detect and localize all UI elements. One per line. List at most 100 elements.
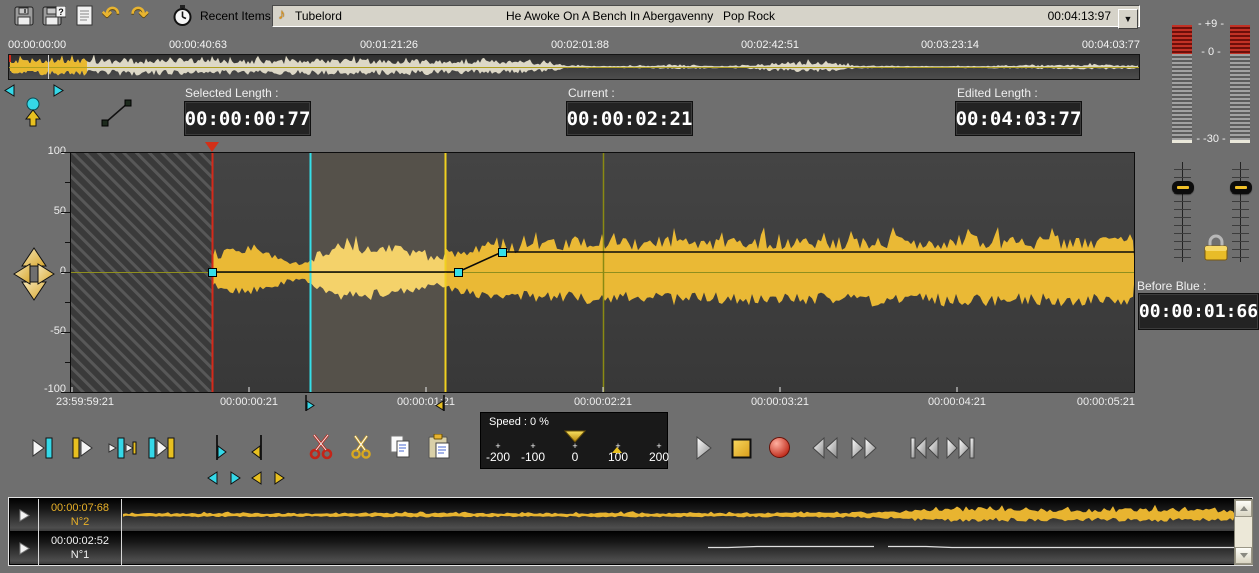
recent-items-label: Recent Items :	[200, 9, 277, 23]
x-axis-tick: 00:00:03:21	[751, 396, 809, 408]
speed-scale-value: -100	[521, 450, 545, 464]
blue-marker-flag[interactable]	[303, 395, 315, 412]
vu-meter-right	[1230, 25, 1250, 143]
track-2-info: 00:00:07:68 N°2	[38, 499, 122, 533]
play-blue-to-yellow-button[interactable]	[147, 436, 177, 460]
skip-to-end-button[interactable]	[946, 437, 975, 459]
nudge-yellow-left-button[interactable]	[251, 471, 263, 485]
pan-up-arrow	[22, 248, 46, 266]
track-row-1[interactable]: 00:00:02:52 N°1	[10, 532, 1251, 564]
selected-length-display: 00:00:00:77	[184, 101, 311, 136]
track-2-waveform[interactable]	[123, 500, 1235, 530]
envelope-tool-icon[interactable]	[101, 99, 132, 127]
scrollbar-up-button[interactable]	[1235, 500, 1252, 517]
pan-right-arrow	[38, 264, 54, 284]
yellow-marker-flag[interactable]	[435, 395, 447, 412]
combo-duration: 00:04:13:97	[1048, 9, 1111, 23]
track-1-waveform[interactable]	[123, 533, 1235, 563]
before-blue-display: 00:00:01:66	[1138, 293, 1259, 330]
nudge-blue-left-button[interactable]	[207, 471, 219, 485]
overview-waveform-strip[interactable]	[8, 54, 1140, 80]
undo-icon[interactable]: ↶	[102, 4, 120, 25]
play-to-blue-button[interactable]	[30, 436, 54, 460]
meter-scale-zero: - 0 -	[1191, 46, 1231, 58]
speed-scale-value: -200	[486, 450, 510, 464]
svg-text:?: ?	[58, 7, 64, 17]
before-blue-label: Before Blue :	[1137, 279, 1206, 293]
chevron-up-icon	[1240, 506, 1248, 511]
edited-length-label: Edited Length :	[957, 86, 1038, 100]
speed-scale-value: 200	[649, 450, 669, 464]
pan-left-arrow	[14, 264, 30, 284]
combo-title: He Awoke On A Bench In Abergavenny	[506, 9, 713, 23]
x-axis-tick: 00:00:05:21	[1077, 396, 1135, 408]
speed-slider-handle[interactable]	[564, 430, 586, 444]
pan-direction-pad[interactable]	[10, 244, 58, 304]
play-from-yellow-button[interactable]	[71, 436, 95, 460]
nudge-yellow-right-button[interactable]	[273, 471, 285, 485]
x-axis-tick: 23:59:59:21	[56, 396, 114, 408]
combo-genre: Pop Rock	[723, 9, 775, 23]
timer-icon[interactable]	[172, 5, 193, 26]
combo-dropdown-button[interactable]: ▼	[1118, 9, 1138, 29]
stop-button[interactable]	[731, 438, 752, 459]
ruler-tick: 00:02:42:51	[741, 39, 799, 51]
ruler-tick: 00:03:23:14	[921, 39, 979, 51]
record-button[interactable]	[768, 436, 791, 459]
scrollbar-down-button[interactable]	[1235, 547, 1252, 564]
selected-length-label: Selected Length :	[185, 86, 278, 100]
copy-button[interactable]	[390, 435, 411, 459]
paste-button[interactable]	[428, 434, 452, 460]
nudge-blue-right-button[interactable]	[229, 471, 241, 485]
redo-icon[interactable]: ↷	[131, 4, 149, 25]
set-blue-marker-button[interactable]	[213, 434, 227, 462]
skip-to-start-button[interactable]	[910, 437, 939, 459]
combo-artist: Tubelord	[295, 9, 342, 23]
track-1-info: 00:00:02:52 N°1	[38, 532, 122, 566]
set-yellow-marker-button[interactable]	[251, 434, 265, 462]
track-2-time: 00:00:07:68	[39, 501, 121, 515]
fast-forward-button[interactable]	[850, 437, 877, 459]
cut-yellow-button[interactable]	[349, 435, 373, 461]
start-marker-triangle[interactable]	[205, 142, 219, 152]
track-2-name: N°2	[39, 515, 121, 529]
meter-scale-top: - +9 -	[1191, 18, 1231, 30]
ruler-tick: 00:02:01:88	[551, 39, 609, 51]
scroll-right-button[interactable]	[52, 84, 64, 97]
ruler-tick: 00:00:40:63	[169, 39, 227, 51]
scroll-left-button[interactable]	[4, 84, 16, 97]
pan-down-arrow	[22, 282, 46, 300]
ruler-tick: 00:01:21:26	[360, 39, 418, 51]
rewind-button[interactable]	[812, 437, 839, 459]
play-button[interactable]	[695, 436, 713, 460]
lock-channels-icon[interactable]	[1202, 232, 1230, 262]
track-1-time: 00:00:02:52	[39, 534, 121, 548]
speed-secondary-marker	[612, 447, 622, 453]
volume-slider-left[interactable]	[1174, 162, 1191, 262]
track-row-2[interactable]: 00:00:07:68 N°2	[10, 499, 1251, 531]
save-as-icon[interactable]: ?	[42, 6, 66, 26]
current-display: 00:00:02:21	[566, 101, 693, 136]
volume-slider-right-handle[interactable]	[1230, 181, 1252, 194]
vu-meter-left	[1172, 25, 1192, 143]
document-icon[interactable]	[76, 5, 93, 26]
speed-label: Speed : 0 %	[489, 416, 549, 428]
save-icon[interactable]	[14, 6, 34, 26]
cursor-person-tool-icon[interactable]	[22, 97, 44, 128]
cut-red-button[interactable]	[308, 433, 334, 461]
playlist-scrollbar[interactable]	[1234, 499, 1253, 565]
speed-scale-value: 0	[572, 450, 579, 464]
ruler-tick: 00:00:00:00	[8, 39, 66, 51]
speed-panel: Speed : 0 % + + + + + -200 -100 0 100 20…	[480, 412, 668, 469]
play-around-blue-button[interactable]	[107, 436, 137, 460]
recent-items-combobox[interactable]: ♪ Tubelord He Awoke On A Bench In Aberga…	[272, 5, 1140, 27]
playlist-panel: 00:00:07:68 N°2 00:00:02:52 N°1	[8, 497, 1253, 566]
waveform-canvas[interactable]	[70, 152, 1135, 393]
music-note-icon: ♪	[278, 7, 286, 22]
track-1-play-button[interactable]	[12, 532, 37, 564]
volume-slider-right[interactable]	[1232, 162, 1249, 262]
x-axis-tick: 00:00:02:21	[574, 396, 632, 408]
volume-slider-left-handle[interactable]	[1172, 181, 1194, 194]
track-2-play-button[interactable]	[12, 499, 37, 531]
current-label: Current :	[568, 86, 615, 100]
